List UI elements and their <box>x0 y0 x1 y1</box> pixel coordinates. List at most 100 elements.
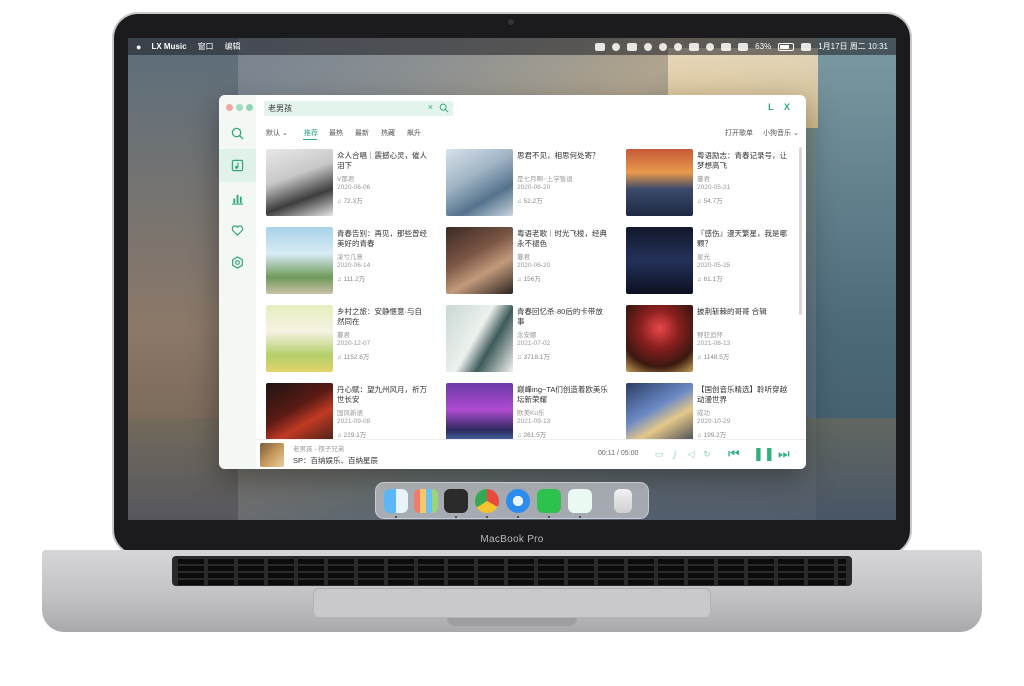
menu-window[interactable]: 窗口 <box>198 41 214 52</box>
card-title: 粤语励志：青春记录号，让梦想高飞 <box>697 151 787 170</box>
launchpad-icon[interactable] <box>414 489 438 513</box>
nav-song-list[interactable] <box>219 149 256 182</box>
control-icon[interactable] <box>627 42 638 51</box>
list-item[interactable]: 巅峰ing~TA们创造着欧美乐坛新荣耀 欧美Ku乐 2021-09-13 ♫ 26… <box>436 383 611 439</box>
chrome-icon[interactable] <box>475 489 499 513</box>
terminal-icon[interactable] <box>444 489 468 513</box>
sidebar <box>219 95 256 469</box>
maximize-window-button[interactable] <box>246 104 253 111</box>
spotlight-icon[interactable] <box>706 42 715 51</box>
cover-image <box>446 383 513 439</box>
lyrics-icon[interactable]: ⅉ <box>670 449 680 459</box>
list-item[interactable]: 青春告别：再见，那些曾经美好的青春 凌兮几意 2020-06-14 ♫ 111.2… <box>256 227 431 295</box>
apple-icon[interactable]: ● <box>136 42 141 52</box>
running-indicator <box>395 516 397 518</box>
card-date: 2020-10-29 <box>697 418 731 425</box>
menu-app-name[interactable]: LX Music <box>151 42 186 51</box>
search-button-icon[interactable] <box>439 103 449 113</box>
nav-favorite[interactable] <box>219 214 256 247</box>
play-count: 1152.6万 <box>343 354 370 361</box>
list-item[interactable]: 【国创音乐精选】聆听穿越动漫世界 成功 2020-10-29 ♫ 199.2万 <box>616 383 791 439</box>
repeat-icon[interactable]: ↻ <box>702 449 712 459</box>
input-method-icon[interactable] <box>738 42 749 51</box>
card-plays: ♫ 72.3万 <box>337 195 363 205</box>
tab-rising[interactable]: 飙升 <box>407 128 421 138</box>
sort-dropdown[interactable]: 默认 ⌄ <box>266 128 288 138</box>
search-box[interactable]: 老男孩 × <box>264 101 453 116</box>
list-item[interactable]: 『感伤』漫天繁星，我是哪颗？ 星光 2020-05-25 ♫ 61.1万 <box>616 227 791 295</box>
now-playing-title[interactable]: 老男孩 - 筷子兄弟 <box>293 443 344 453</box>
clock[interactable]: 1月17日 周二 10:31 <box>818 41 888 52</box>
control-center-icon[interactable] <box>801 42 812 51</box>
now-playing-subtitle: SP：百纳娱乐、百纳星辰 <box>293 456 379 465</box>
card-plays: ♫ 261.5万 <box>517 429 546 439</box>
list-item[interactable]: 乡村之旅：安静惬意·与自然同在 蔓君 2020-12-07 ♫ 1152.6万 <box>256 305 431 373</box>
pause-icon[interactable]: ❚❚ <box>753 447 775 461</box>
battery-icon[interactable] <box>778 42 795 51</box>
list-item[interactable]: 粤语老歌｜时光飞梭，经典永不褪色 蔓君 2020-06-20 ♫ 156万 <box>436 227 611 295</box>
search-input[interactable]: 老男孩 <box>268 103 292 114</box>
tab-recommend[interactable]: 推荐 <box>304 128 318 138</box>
wechat-tray-icon[interactable] <box>644 42 653 51</box>
list-item[interactable]: 丹心赋：望九州风月，祈万世长安 国风新语 2021-09-08 ♫ 229.1万 <box>256 383 431 439</box>
card-plays: ♫ 52.2万 <box>517 195 543 205</box>
card-author: 星光 <box>697 254 710 261</box>
card-plays: ♫ 1152.6万 <box>337 351 369 361</box>
play-count: 261.5万 <box>523 432 547 439</box>
scrollbar[interactable] <box>799 147 802 315</box>
cover-image <box>626 305 693 372</box>
list-item[interactable]: 披荆斩棘的哥哥 合辑 野狂追怀 2021-08-13 ♫ 1148.5万 <box>616 305 791 373</box>
card-date: 2020-05-25 <box>697 262 731 269</box>
tab-hot-collect[interactable]: 热藏 <box>381 128 395 138</box>
now-playing-cover[interactable] <box>260 443 284 467</box>
card-date: 2021-09-08 <box>337 418 371 425</box>
finder-icon[interactable] <box>384 489 408 513</box>
headphones-icon: ♫ <box>517 199 522 205</box>
volume-icon[interactable]: ◁ <box>686 449 696 459</box>
headphones-icon: ♫ <box>337 355 342 361</box>
headphones-icon: ♫ <box>697 199 702 205</box>
headphones-icon: ♫ <box>337 199 342 205</box>
wifi-icon[interactable] <box>689 42 700 51</box>
list-item[interactable]: 粤语励志：青春记录号，让梦想高飞 蔓君 2020-05-31 ♫ 54.7万 <box>616 149 791 217</box>
card-date: 2020-06-20 <box>517 184 551 191</box>
next-track-icon[interactable]: ⏭ <box>778 447 790 461</box>
close-window-button[interactable] <box>226 104 233 111</box>
open-list-button[interactable]: 打开歌单 <box>725 128 753 138</box>
key-row <box>178 580 846 585</box>
card-title: 乡村之旅：安静惬意·与自然同在 <box>337 307 422 326</box>
lx-music-icon[interactable] <box>568 489 592 513</box>
play-icon[interactable] <box>674 42 683 51</box>
nav-settings[interactable] <box>219 246 256 279</box>
card-plays: ♫ 111.2万 <box>337 273 365 283</box>
running-indicator <box>579 516 581 518</box>
nav-leaderboard[interactable] <box>219 182 256 215</box>
card-date: 2020-05-31 <box>697 184 731 191</box>
clear-icon[interactable]: × <box>428 102 433 112</box>
wechat-icon[interactable] <box>537 489 561 513</box>
favorite-icon <box>231 225 244 236</box>
source-dropdown[interactable]: 小狗音乐 ⌄ <box>763 128 799 138</box>
lx-music-window: 老男孩 × L X 默认 ⌄ 推荐 最热 最新 热藏 飙升 打开歌单 小狗音乐 … <box>219 95 806 469</box>
menu-edit[interactable]: 编辑 <box>225 41 241 52</box>
minimize-window-button[interactable] <box>236 104 243 111</box>
song-list-grid: 众人合唱｜震撼心灵，催人泪下 V那君 2020-06-06 ♫ 72.3万 思君不… <box>256 143 806 439</box>
nav-search[interactable] <box>219 117 256 150</box>
trackpad <box>313 588 711 618</box>
qq-icon[interactable] <box>659 42 668 51</box>
feishu-icon[interactable] <box>612 42 621 51</box>
list-item[interactable]: 众人合唱｜震撼心灵，催人泪下 V那君 2020-06-06 ♫ 72.3万 <box>256 149 431 217</box>
list-item[interactable]: 青春回忆杀·80后的卡带放事 念安娜 2021-07-02 ♫ 3718.1万 <box>436 305 611 373</box>
tab-hottest[interactable]: 最热 <box>329 128 343 138</box>
screen-record-icon[interactable] <box>595 42 606 51</box>
comment-icon[interactable]: ▭ <box>654 449 664 459</box>
trash-icon[interactable] <box>614 489 632 513</box>
tab-newest[interactable]: 最新 <box>355 128 369 138</box>
list-item[interactable]: 思君不见，相思何处寄？ 是七月啊~上学暂退 2020-06-20 ♫ 52.2万 <box>436 149 611 217</box>
safari-icon[interactable] <box>506 489 530 513</box>
card-author: 国风新语 <box>337 410 363 417</box>
card-plays: ♫ 3718.1万 <box>517 351 550 361</box>
keyboard <box>172 556 852 586</box>
siri-icon[interactable] <box>721 42 732 51</box>
previous-track-icon[interactable]: ⏮ <box>728 447 740 461</box>
